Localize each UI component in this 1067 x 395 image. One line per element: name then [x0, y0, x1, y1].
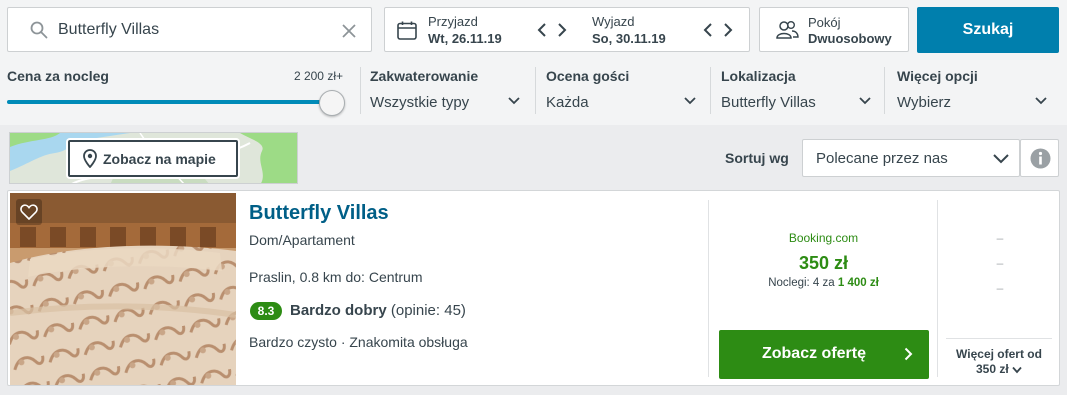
- map-pin-icon: [83, 149, 97, 168]
- hotel-photo[interactable]: [10, 193, 236, 385]
- more-offers-line1: Więcej ofert od: [956, 347, 1042, 361]
- nights-total: 1 400 zł: [837, 277, 879, 289]
- checkout-value[interactable]: So, 30.11.19: [592, 31, 666, 46]
- rating-count: (opinie: 45): [390, 302, 466, 319]
- chevron-down-icon[interactable]: [508, 93, 520, 109]
- filter-divider: [535, 67, 536, 114]
- nights-text: Noclegi: 4 za: [768, 277, 835, 289]
- date-picker[interactable]: Przyjazd Wt, 26.11.19 Wyjazd So, 30.11.1…: [384, 7, 750, 52]
- hotel-type: Dom/Apartament: [249, 232, 355, 248]
- rating-filter-title: Ocena gości: [546, 68, 630, 84]
- price-filter-title: Cena za nocleg: [7, 68, 109, 84]
- show-map-button[interactable]: Zobacz na mapie: [68, 140, 238, 177]
- more-offers-line2: 350 zł: [975, 362, 1009, 376]
- accommodation-filter-title: Zakwaterowanie: [370, 68, 479, 84]
- show-map-label: Zobacz na mapie: [103, 151, 216, 167]
- search-input[interactable]: Butterfly Villas: [58, 21, 159, 39]
- search-icon: [30, 21, 48, 39]
- alt-price: –: [996, 256, 1004, 270]
- chevron-down-icon: [993, 154, 1009, 164]
- checkout-prev-icon[interactable]: [703, 22, 713, 38]
- calendar-icon: [397, 21, 417, 40]
- deal-price[interactable]: 350 zł: [709, 253, 938, 274]
- checkin-value[interactable]: Wt, 26.11.19: [428, 31, 502, 46]
- accommodation-filter-value[interactable]: Wszystkie typy: [370, 94, 469, 111]
- sort-label: Sortuj wg: [725, 150, 789, 166]
- sort-value: Polecane przez nas: [816, 150, 948, 167]
- filter-divider: [884, 67, 885, 114]
- filter-divider: [360, 67, 361, 114]
- alt-price: –: [996, 231, 1004, 245]
- rating-label: Bardzo dobry: [290, 302, 387, 319]
- deal-partner: Booking.com: [788, 231, 859, 245]
- checkin-next-icon[interactable]: [557, 22, 567, 38]
- chevron-down-icon[interactable]: [684, 93, 696, 109]
- checkin-prev-icon[interactable]: [537, 22, 547, 38]
- checkin-label: Przyjazd: [428, 14, 478, 29]
- alt-price: –: [996, 281, 1004, 295]
- sort-select[interactable]: Polecane przez nas: [802, 139, 1020, 177]
- hotel-name-link[interactable]: Butterfly Villas: [249, 202, 389, 225]
- rating-text[interactable]: Bardzo dobry (opinie: 45): [290, 302, 466, 319]
- info-icon: [1030, 148, 1051, 169]
- more-options-filter-title: Więcej opcji: [897, 68, 978, 84]
- room-label: Pokój: [808, 15, 841, 30]
- more-offers-divider: [946, 338, 1052, 339]
- checkout-next-icon[interactable]: [723, 22, 733, 38]
- close-icon[interactable]: [341, 23, 357, 39]
- hotel-result-card: Butterfly Villas Dom/Apartament Praslin,…: [7, 190, 1060, 386]
- rating-filter-value[interactable]: Każda: [546, 94, 589, 111]
- card-divider: [937, 200, 938, 377]
- search-field[interactable]: Butterfly Villas: [7, 7, 372, 52]
- price-slider-track[interactable]: [7, 100, 332, 104]
- room-value: Dwuosobowy: [808, 31, 892, 46]
- location-filter-value[interactable]: Butterfly Villas: [721, 94, 816, 111]
- rating-badge: 8.3: [250, 302, 282, 320]
- price-slider-handle[interactable]: [319, 90, 345, 116]
- heart-icon: [20, 204, 38, 220]
- view-deal-button[interactable]: Zobacz ofertę: [719, 330, 929, 379]
- people-icon: [776, 21, 799, 39]
- more-options-filter-value[interactable]: Wybierz: [897, 94, 951, 111]
- favorite-button[interactable]: [16, 199, 42, 225]
- hotel-location[interactable]: Praslin, 0.8 km do: Centrum: [249, 269, 423, 285]
- checkout-label: Wyjazd: [592, 14, 635, 29]
- search-button[interactable]: Szukaj: [917, 7, 1059, 53]
- nights-summary: Noclegi: 4 za 1 400 zł: [709, 277, 938, 289]
- more-offers-link[interactable]: Więcej ofert od 350 zł: [946, 347, 1052, 377]
- room-selector[interactable]: Pokój Dwuosobowy: [759, 7, 909, 52]
- search-header: Butterfly Villas Przyjazd Wt, 26.11.19 W…: [0, 0, 1067, 125]
- location-filter-title: Lokalizacja: [721, 68, 796, 84]
- chevron-down-icon: [1012, 366, 1022, 374]
- price-max-label: 2 200 zł+: [293, 69, 343, 83]
- view-deal-label: Zobacz ofertę: [761, 345, 866, 362]
- chevron-down-icon[interactable]: [859, 93, 871, 109]
- hotel-features: Bardzo czysto · Znakomita obsługa: [249, 334, 468, 350]
- sort-info-button[interactable]: [1020, 139, 1059, 177]
- hotel-photo-image: [10, 193, 236, 385]
- chevron-right-icon: [904, 347, 913, 361]
- chevron-down-icon[interactable]: [1035, 93, 1047, 109]
- filter-divider: [710, 67, 711, 114]
